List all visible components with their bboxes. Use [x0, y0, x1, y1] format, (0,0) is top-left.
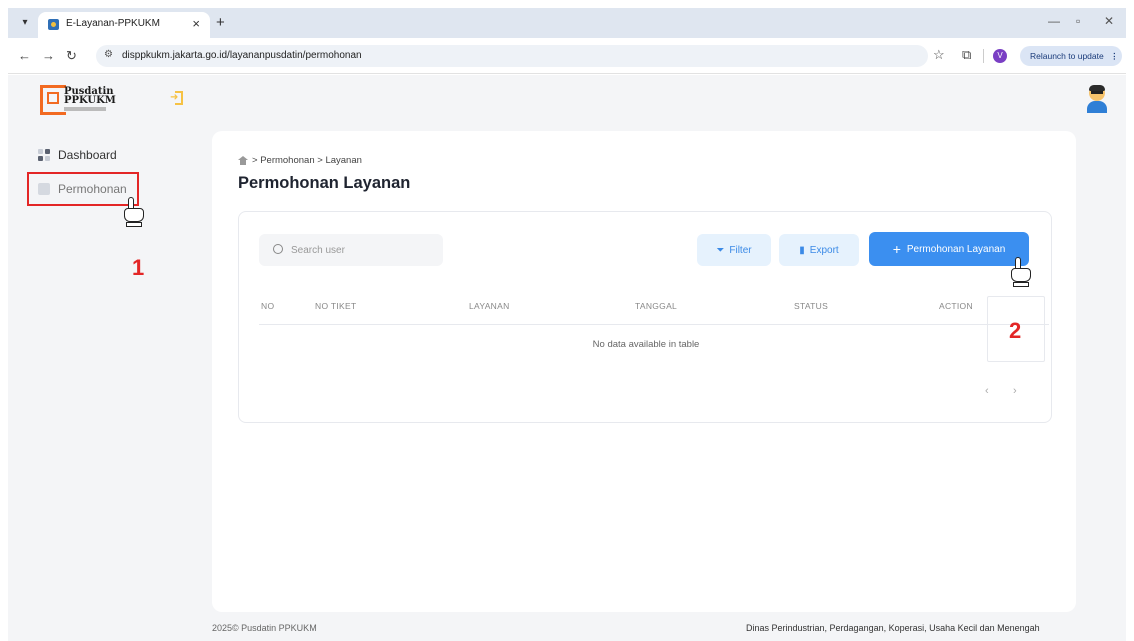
- relaunch-button[interactable]: Relaunch to update ⋮: [1020, 46, 1122, 66]
- search-box[interactable]: [259, 234, 443, 266]
- dashboard-grid-icon: [38, 149, 50, 161]
- forward-icon[interactable]: →: [42, 48, 55, 63]
- sidebar-item-label: Dashboard: [58, 148, 117, 162]
- main-content-card: > Permohonan > Layanan Permohonan Layana…: [212, 131, 1076, 612]
- browser-tab-bar: ▾ E-Layanan-PPKUKM × + — ▫ ✕: [8, 8, 1126, 38]
- reload-icon[interactable]: ↻: [66, 48, 77, 64]
- logo-text: Pusdatin PPKUKM: [64, 86, 116, 106]
- search-icon: [273, 244, 283, 254]
- pointer-hand-icon: [122, 197, 146, 227]
- column-header-no-tiket[interactable]: NO TIKET: [315, 301, 356, 311]
- pagination-next-button[interactable]: ›: [1013, 385, 1017, 397]
- sidebar-item-dashboard[interactable]: Dashboard: [38, 145, 117, 165]
- column-header-layanan[interactable]: LAYANAN: [469, 301, 510, 311]
- export-icon: ▮: [799, 244, 805, 256]
- url-field[interactable]: ⚙ disppkukm.jakarta.go.id/layananpusdati…: [96, 45, 928, 67]
- footer-copyright: 2025© Pusdatin PPKUKM: [212, 623, 317, 633]
- restore-icon[interactable]: ▫: [1076, 14, 1080, 28]
- extensions-icon[interactable]: ⧉: [962, 47, 971, 63]
- profile-avatar[interactable]: V: [993, 49, 1007, 63]
- search-input[interactable]: [291, 242, 431, 258]
- breadcrumb: > Permohonan > Layanan: [238, 155, 362, 166]
- pagination-prev-button[interactable]: ‹: [985, 385, 989, 397]
- url-text: disppkukm.jakarta.go.id/layananpusdatin/…: [122, 50, 362, 61]
- relaunch-label: Relaunch to update: [1030, 51, 1104, 61]
- tab-close-icon[interactable]: ×: [192, 16, 200, 31]
- minimize-icon[interactable]: —: [1048, 14, 1060, 28]
- browser-tab[interactable]: E-Layanan-PPKUKM ×: [38, 12, 210, 38]
- toolbar-divider: [983, 49, 984, 63]
- filter-icon: ⏷: [716, 244, 725, 256]
- user-avatar[interactable]: [1084, 85, 1110, 113]
- close-window-icon[interactable]: ✕: [1104, 14, 1114, 28]
- breadcrumb-permohonan[interactable]: Permohonan: [260, 155, 314, 166]
- tab-search-chevron-icon[interactable]: ▾: [16, 15, 34, 31]
- breadcrumb-layanan: Layanan: [325, 155, 362, 166]
- home-icon[interactable]: [238, 156, 248, 165]
- site-info-icon[interactable]: ⚙: [104, 49, 113, 60]
- logo-box-shape: [47, 92, 59, 104]
- tab-title: E-Layanan-PPKUKM: [66, 18, 160, 29]
- address-bar: ← → ↻ ⚙ disppkukm.jakarta.go.id/layananp…: [8, 38, 1126, 74]
- table-header-divider: [259, 324, 1049, 325]
- menu-icon[interactable]: ⋮: [1110, 51, 1119, 61]
- table-card: ⏷ Filter ▮ Export + Permohonan Layanan N…: [238, 211, 1052, 423]
- step-number-1: 1: [132, 255, 145, 280]
- column-header-action: ACTION: [939, 301, 973, 311]
- export-button[interactable]: ▮ Export: [779, 234, 859, 266]
- favicon-icon: [48, 19, 59, 30]
- app-viewport: Pusdatin PPKUKM ➜ Dashboard Permohonan 1…: [8, 75, 1126, 641]
- new-tab-button[interactable]: +: [216, 14, 225, 31]
- filter-button[interactable]: ⏷ Filter: [697, 234, 771, 266]
- page-title: Permohonan Layanan: [238, 174, 411, 192]
- pointer-hand-icon: [1009, 257, 1033, 287]
- logo-tagline-shape: [64, 107, 106, 111]
- plus-icon: +: [892, 241, 901, 257]
- column-header-tanggal[interactable]: TANGGAL: [635, 301, 677, 311]
- empty-table-message: No data available in table: [592, 339, 700, 350]
- back-icon[interactable]: ←: [18, 48, 31, 63]
- sidebar-toggle-icon[interactable]: ➜: [170, 91, 184, 105]
- column-header-no[interactable]: NO: [261, 301, 274, 311]
- add-permohonan-layanan-button[interactable]: + Permohonan Layanan: [869, 232, 1029, 266]
- footer-agency: Dinas Perindustrian, Perdagangan, Kopera…: [746, 623, 1040, 633]
- pusdatin-logo[interactable]: Pusdatin PPKUKM: [40, 83, 140, 117]
- bookmark-star-icon[interactable]: ☆: [933, 47, 945, 63]
- step-number-2: 2: [1009, 318, 1022, 343]
- column-header-status[interactable]: STATUS: [794, 301, 828, 311]
